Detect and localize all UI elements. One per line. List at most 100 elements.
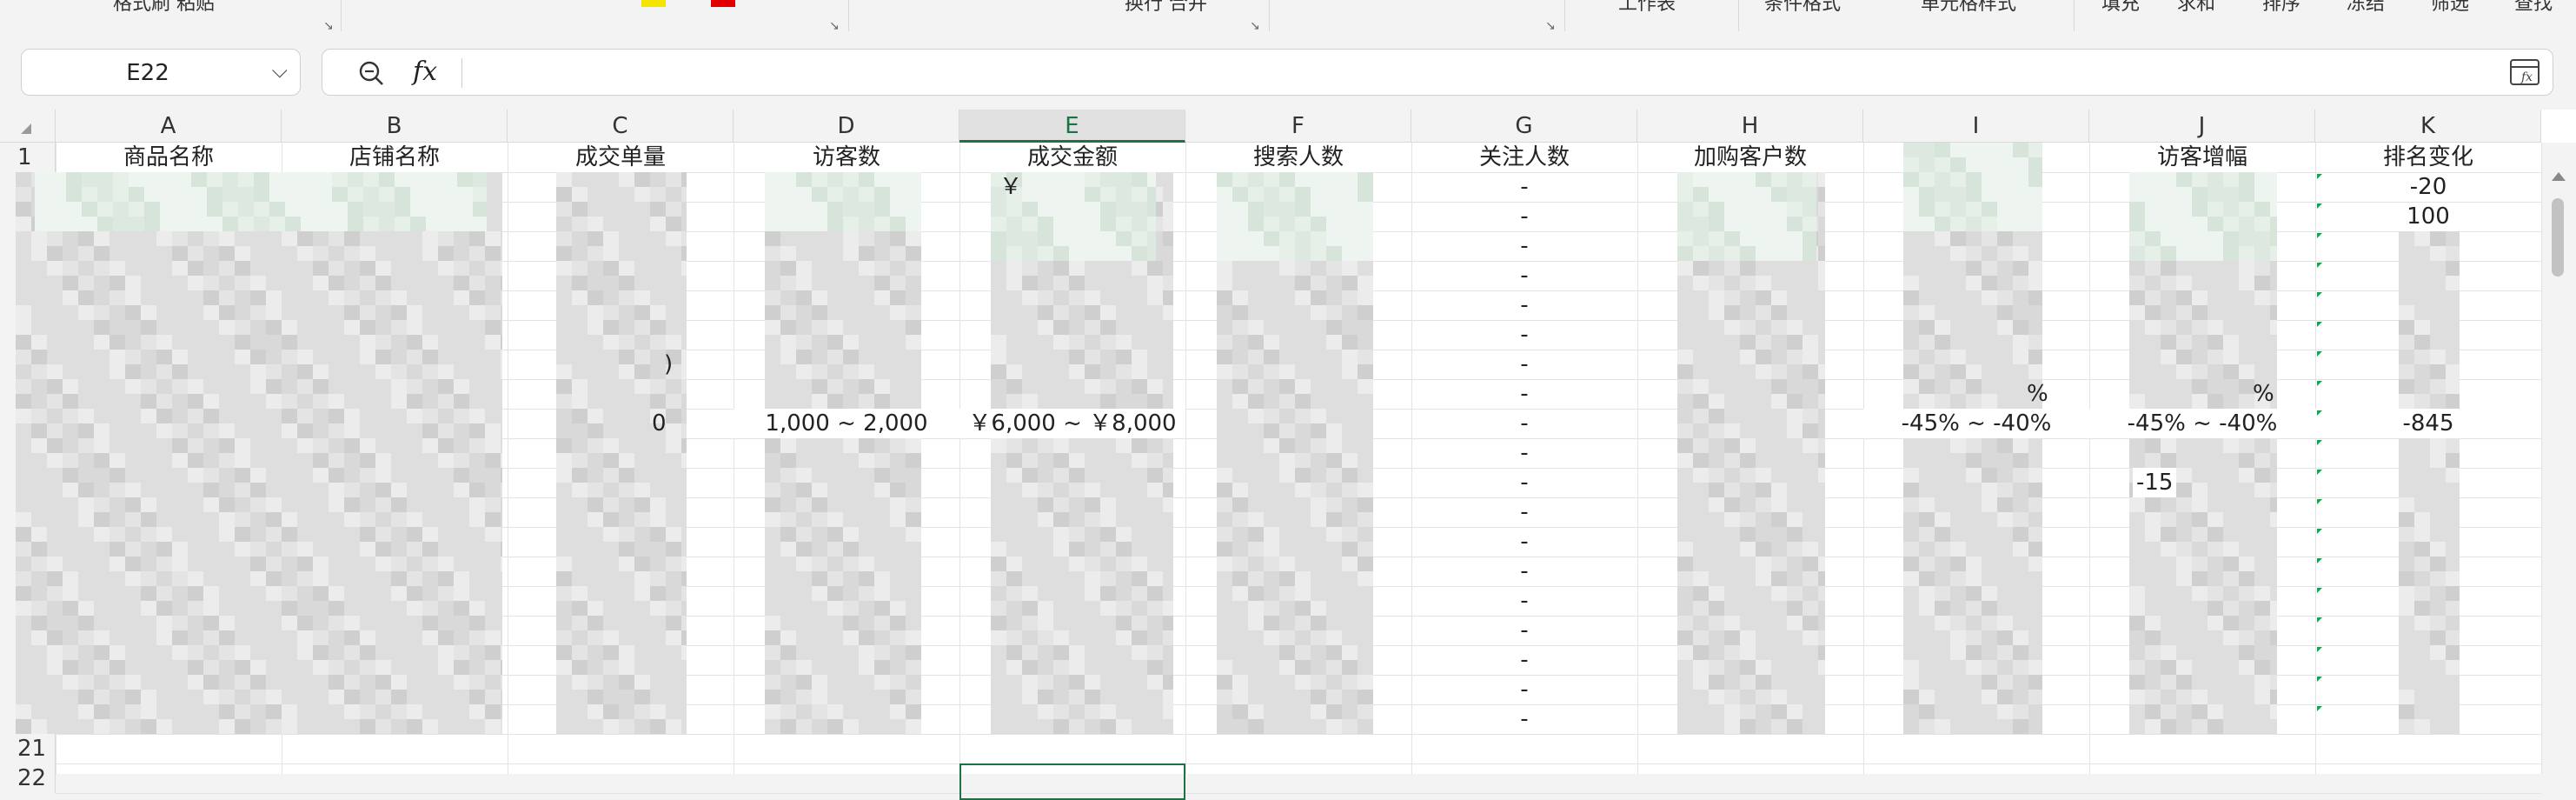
column-header-i[interactable]: I: [1863, 110, 2089, 143]
dialog-launcher-icon[interactable]: ↘: [1545, 19, 1556, 33]
pixel-block: [780, 512, 796, 527]
ribbon-cond-format[interactable]: 条件格式: [1764, 0, 1841, 16]
cell-g[interactable]: -: [1411, 409, 1637, 438]
header-cell-k[interactable]: 排名变化: [2315, 143, 2541, 172]
ribbon-sort[interactable]: 求和: [2177, 0, 2215, 16]
header-cell-d[interactable]: 访客数: [734, 143, 959, 172]
cell-g[interactable]: -: [1411, 202, 1637, 231]
dialog-launcher-icon[interactable]: ↘: [829, 19, 840, 33]
row-header[interactable]: 1: [0, 143, 56, 172]
cell-g[interactable]: -: [1411, 290, 1637, 320]
pixel-block: [1771, 616, 1787, 630]
cell-g[interactable]: -: [1411, 172, 1637, 202]
column-header-k[interactable]: K: [2315, 110, 2541, 143]
cell-i11[interactable]: -45% ~ -40%: [1863, 409, 2089, 438]
ribbon-find[interactable]: 筛选: [2431, 0, 2469, 16]
scroll-up-icon[interactable]: [2552, 172, 2566, 181]
header-cell-j[interactable]: 访客增幅: [2089, 143, 2315, 172]
cell-g[interactable]: -: [1411, 616, 1637, 645]
cell-k11[interactable]: -845: [2315, 409, 2541, 438]
cell-c11[interactable]: 0: [652, 409, 687, 438]
cell-j11[interactable]: -45% ~ -40%: [2089, 409, 2315, 438]
cell-g[interactable]: -: [1411, 350, 1637, 379]
cell-d11[interactable]: 1,000 ~ 2,000: [734, 409, 959, 438]
fx-icon[interactable]: fx: [413, 57, 437, 87]
cell-g[interactable]: -: [1411, 704, 1637, 734]
pixel-block: [859, 276, 874, 290]
column-header-j[interactable]: J: [2089, 110, 2315, 143]
zoom-icon[interactable]: [357, 59, 385, 87]
ribbon-freeze[interactable]: 冻结: [2347, 0, 2385, 16]
column-header-c[interactable]: C: [508, 110, 734, 143]
name-box[interactable]: E22 ⌵: [21, 49, 301, 96]
pixel-block: [407, 231, 422, 246]
pixel-block: [2161, 320, 2176, 335]
column-header-e[interactable]: E: [959, 110, 1185, 143]
pixel-block: [2399, 394, 2414, 409]
ribbon-painter[interactable]: 格式刷 粘贴: [113, 0, 215, 16]
header-cell-b[interactable]: 店铺名称: [282, 143, 508, 172]
font-color-swatch[interactable]: [711, 0, 735, 7]
ribbon-cell-style[interactable]: 单元格样式: [1921, 0, 2016, 16]
column-header-f[interactable]: F: [1185, 110, 1411, 143]
pixel-block: [1116, 645, 1132, 660]
cell-g[interactable]: -: [1411, 675, 1637, 704]
header-cell-h[interactable]: 加购客户数: [1637, 143, 1863, 172]
pixel-block: [110, 527, 125, 542]
cell-g[interactable]: -: [1411, 379, 1637, 409]
ribbon-filter[interactable]: 排序: [2262, 0, 2300, 16]
cell-g[interactable]: -: [1411, 497, 1637, 527]
cell-k3[interactable]: 100: [2315, 202, 2541, 231]
cell-g[interactable]: -: [1411, 320, 1637, 350]
dialog-launcher-icon[interactable]: ↘: [323, 19, 334, 33]
pixel-block: [1022, 187, 1038, 202]
pixel-block: [313, 557, 329, 571]
column-header-b[interactable]: B: [282, 110, 508, 143]
cell-g[interactable]: -: [1411, 231, 1637, 261]
cell-g[interactable]: -: [1411, 557, 1637, 586]
pixel-block: [1100, 557, 1116, 571]
header-cell-f[interactable]: 搜索人数: [1185, 143, 1411, 172]
row-header[interactable]: 22: [0, 763, 56, 793]
cell-g[interactable]: -: [1411, 586, 1637, 616]
pixel-block: [235, 586, 250, 601]
formula-input[interactable]: fx fx: [322, 49, 2553, 96]
cell-g[interactable]: -: [1411, 645, 1637, 675]
highlight-color-swatch[interactable]: [641, 0, 666, 7]
column-header-g[interactable]: G: [1411, 110, 1637, 143]
spreadsheet-grid[interactable]: ABCDEFGHIJK122122商品名称店铺名称成交单量访客数成交金额搜索人数…: [0, 110, 2576, 800]
header-cell-e[interactable]: 成交金额: [959, 143, 1185, 172]
ribbon-more[interactable]: 查找: [2514, 0, 2553, 16]
header-cell-g[interactable]: 关注人数: [1411, 143, 1637, 172]
cell-g[interactable]: -: [1411, 527, 1637, 557]
dialog-launcher-icon[interactable]: ↘: [1250, 19, 1260, 33]
vertical-scrollbar[interactable]: [2541, 143, 2576, 774]
chevron-down-icon[interactable]: ⌵: [272, 58, 288, 83]
pixel-block: [1311, 261, 1326, 276]
ribbon-table-style[interactable]: 工作表: [1618, 0, 1676, 16]
pixel-block: [129, 172, 144, 187]
column-header-a[interactable]: A: [56, 110, 282, 143]
cell-g[interactable]: -: [1411, 261, 1637, 290]
pixel-block: [2223, 202, 2239, 217]
selected-cell-e22[interactable]: [959, 763, 1185, 800]
pixel-block: [16, 202, 31, 217]
pixel-block: [666, 276, 681, 290]
column-header-h[interactable]: H: [1637, 110, 1863, 143]
ribbon-fill[interactable]: 填充: [2101, 0, 2140, 16]
row-header[interactable]: 21: [0, 734, 56, 763]
pixel-block: [1264, 438, 1279, 453]
pixel-block: [2399, 512, 2414, 527]
column-header-d[interactable]: D: [734, 110, 959, 143]
ribbon-wrap[interactable]: 换行 合并: [1125, 0, 1207, 16]
cell-g[interactable]: -: [1411, 468, 1637, 497]
cell-k2[interactable]: -20: [2315, 172, 2541, 202]
insert-function-icon[interactable]: fx: [2509, 58, 2540, 86]
cell-g[interactable]: -: [1411, 438, 1637, 468]
select-all-corner[interactable]: [0, 110, 56, 143]
pixel-block: [344, 409, 360, 423]
scrollbar-thumb[interactable]: [2552, 198, 2564, 277]
cell-e11[interactable]: ￥6,000 ~ ￥8,000: [959, 409, 1185, 438]
header-cell-a[interactable]: 商品名称: [56, 143, 282, 172]
header-cell-c[interactable]: 成交单量: [508, 143, 734, 172]
